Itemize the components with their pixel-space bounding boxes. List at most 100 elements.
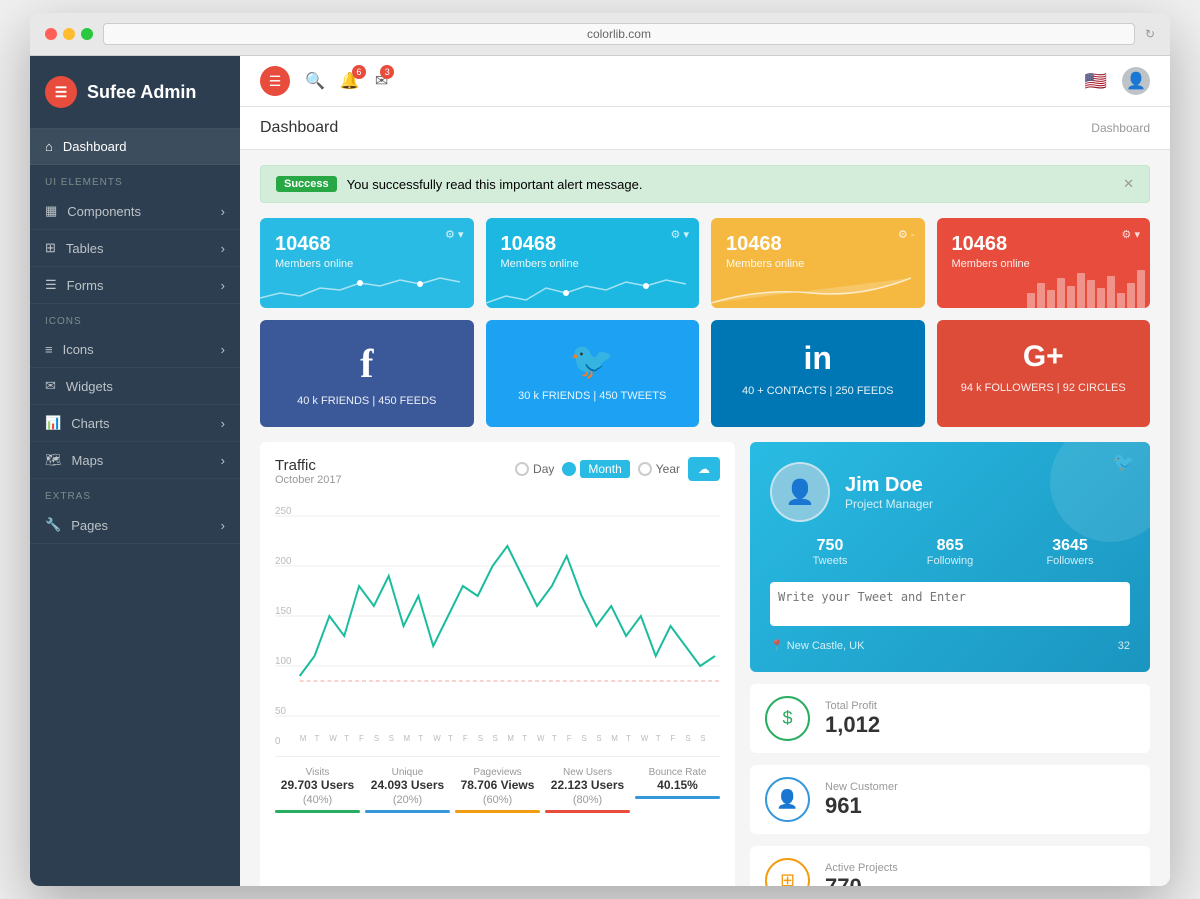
sidebar-item-dashboard[interactable]: ⌂ Dashboard: [30, 129, 240, 165]
sidebar: ☰ Sufee Admin ⌂ Dashboard UI ELEMENTS ▦ …: [30, 56, 240, 886]
svg-text:M: M: [507, 734, 514, 743]
stat-card-3: ⚙ ▾ 10468 Members online: [937, 218, 1151, 308]
messages-badge: 3: [380, 65, 394, 79]
social-card-google[interactable]: G+ 94 k FOLLOWERS | 92 CIRCLES: [937, 320, 1151, 427]
widgets-icon: ✉: [45, 378, 56, 394]
svg-text:100: 100: [275, 656, 292, 667]
month-radio[interactable]: Month: [562, 460, 629, 478]
sidebar-item-maps[interactable]: 🗺 Maps ›: [30, 442, 240, 479]
stat-settings-icon[interactable]: ⚙ -: [898, 228, 915, 241]
social-card-linkedin[interactable]: in 40 + CONTACTS | 250 FEEDS: [711, 320, 925, 427]
stat-bar-2: [455, 810, 540, 813]
traffic-title: Traffic: [275, 457, 342, 474]
traffic-subtitle: October 2017: [275, 474, 342, 486]
flag-icon: 🇺🇸: [1085, 71, 1107, 92]
svg-text:250: 250: [275, 506, 292, 517]
sidebar-item-charts[interactable]: 📊 Charts ›: [30, 405, 240, 442]
svg-text:T: T: [626, 734, 631, 743]
chart-stats-row: Visits 29.703 Users (40%) Unique: [275, 756, 720, 813]
stat-bar-4: [635, 796, 720, 799]
tweets-stat: 750 Tweets: [770, 537, 890, 567]
dot-green[interactable]: [81, 28, 93, 40]
svg-text:T: T: [552, 734, 557, 743]
svg-text:200: 200: [275, 556, 292, 567]
sidebar-item-pages[interactable]: 🔧 Pages ›: [30, 507, 240, 544]
sidebar-item-widgets[interactable]: ✉ Widgets: [30, 368, 240, 405]
brand-icon: ☰: [45, 76, 77, 108]
download-button[interactable]: ☁: [688, 457, 720, 481]
svg-text:W: W: [329, 734, 337, 743]
facebook-icon: f: [360, 340, 373, 387]
sidebar-item-tables[interactable]: ⊞ Tables ›: [30, 230, 240, 267]
traffic-header: Traffic October 2017 Day Mont: [275, 457, 720, 486]
dot-red[interactable]: [45, 28, 57, 40]
top-nav: ☰ 🔍 🔔 6 ✉ 3 🇺🇸 👤: [240, 56, 1170, 107]
forms-icon: ☰: [45, 277, 57, 293]
browser-url-bar[interactable]: colorlib.com: [103, 23, 1135, 45]
stat-bar-3: [545, 810, 630, 813]
social-card-facebook[interactable]: f 40 k FRIENDS | 450 FEEDS: [260, 320, 474, 427]
chart-stat-0: Visits 29.703 Users (40%): [275, 767, 360, 813]
stat-card-1: ⚙ ▾ 10468 Members online: [486, 218, 700, 308]
messages-button[interactable]: ✉ 3: [375, 71, 388, 91]
stat-number-2: 10468: [726, 233, 910, 256]
svg-text:150: 150: [275, 606, 292, 617]
search-icon[interactable]: 🔍: [305, 71, 325, 91]
stat-settings-icon[interactable]: ⚙ ▾: [1122, 228, 1140, 241]
traffic-chart: 250 200 150 100 50 0: [275, 496, 720, 746]
chart-stat-3: New Users 22.123 Users (80%): [545, 767, 630, 813]
metric-info-projects: Active Projects 770: [825, 862, 1135, 887]
top-nav-left: ☰ 🔍 🔔 6 ✉ 3: [260, 66, 388, 96]
stat-settings-icon[interactable]: ⚙ ▾: [671, 228, 689, 241]
alert-close-button[interactable]: ✕: [1123, 176, 1134, 192]
svg-text:S: S: [596, 734, 601, 743]
svg-text:F: F: [671, 734, 676, 743]
tweet-input[interactable]: [770, 582, 1130, 626]
browser-refresh[interactable]: ↻: [1145, 27, 1155, 41]
year-radio[interactable]: Year: [638, 462, 680, 476]
svg-text:S: S: [374, 734, 379, 743]
svg-text:M: M: [611, 734, 618, 743]
svg-text:S: S: [582, 734, 587, 743]
charts-icon: 📊: [45, 415, 61, 431]
traffic-controls: Day Month Year ☁: [515, 457, 720, 481]
stat-card-2: ⚙ - 10468 Members online: [711, 218, 925, 308]
day-radio-circle: [515, 462, 529, 476]
svg-text:S: S: [478, 734, 483, 743]
month-radio-circle: [562, 462, 576, 476]
dot-yellow[interactable]: [63, 28, 75, 40]
sidebar-item-forms[interactable]: ☰ Forms ›: [30, 267, 240, 304]
following-stat: 865 Following: [890, 537, 1010, 567]
twitter-card-icon: 🐦: [1113, 452, 1135, 473]
projects-icon: ⊞: [765, 858, 810, 886]
google-icon: G+: [1023, 340, 1064, 374]
stat-settings-icon[interactable]: ⚙ ▾: [445, 228, 463, 241]
day-radio[interactable]: Day: [515, 462, 554, 476]
svg-text:T: T: [418, 734, 423, 743]
svg-text:W: W: [641, 734, 649, 743]
breadcrumb: Dashboard: [1091, 121, 1150, 135]
bottom-row: Traffic October 2017 Day Mont: [260, 442, 1150, 886]
browser-dots: [45, 28, 93, 40]
sidebar-item-components[interactable]: ▦ Components ›: [30, 193, 240, 230]
social-card-twitter[interactable]: 🐦 30 k FRIENDS | 450 TWEETS: [486, 320, 700, 427]
svg-text:F: F: [567, 734, 572, 743]
notifications-button[interactable]: 🔔 6: [340, 71, 360, 91]
svg-text:T: T: [656, 734, 661, 743]
sidebar-item-icons[interactable]: ≡ Icons ›: [30, 332, 240, 368]
twitter-stats: 30 k FRIENDS | 450 TWEETS: [518, 390, 666, 402]
profile-stats: 750 Tweets 865 Following 3645 Followers: [770, 537, 1130, 567]
traffic-card: Traffic October 2017 Day Mont: [260, 442, 735, 886]
stat-bar-1: [365, 810, 450, 813]
section-ui-elements: UI ELEMENTS: [30, 165, 240, 193]
top-nav-right: 🇺🇸 👤: [1085, 67, 1150, 95]
stat-label-3: Members online: [952, 258, 1136, 270]
svg-text:T: T: [448, 734, 453, 743]
user-avatar[interactable]: 👤: [1122, 67, 1150, 95]
chevron-right-icon: ›: [221, 416, 225, 431]
hamburger-menu-button[interactable]: ☰: [260, 66, 290, 96]
metric-card-customer: 👤 New Customer 961: [750, 765, 1150, 834]
chevron-right-icon: ›: [221, 241, 225, 256]
chevron-right-icon: ›: [221, 278, 225, 293]
alert-banner: Success You successfully read this impor…: [260, 165, 1150, 203]
